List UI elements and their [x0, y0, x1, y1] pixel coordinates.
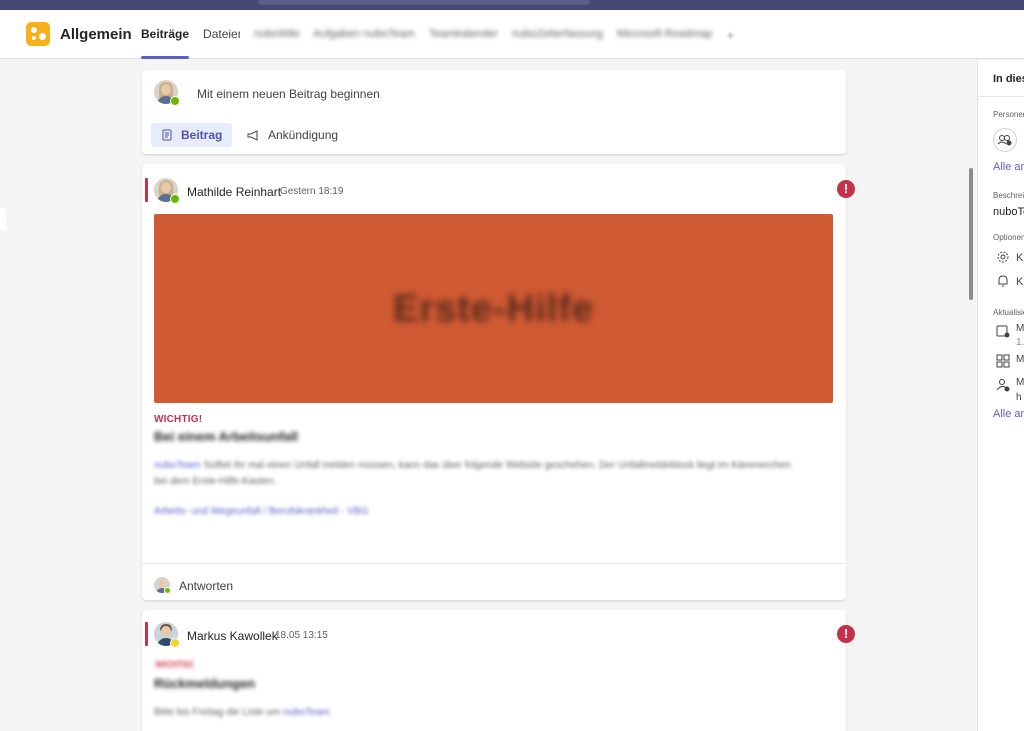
mention[interactable]: nuboTeam [283, 707, 330, 718]
add-tab-icon[interactable]: + [726, 27, 734, 43]
megaphone-icon [247, 130, 258, 141]
presence-available-icon [170, 194, 180, 204]
announcement-button[interactable]: Ankündigung [237, 123, 348, 147]
mention[interactable]: nuboTeam [154, 460, 201, 471]
tab-files[interactable]: Dateien [203, 10, 240, 59]
show-all-people-link[interactable]: Alle anzeigen [993, 161, 1024, 173]
tab-posts[interactable]: Beiträge [141, 10, 190, 59]
presence-available-icon [170, 96, 180, 106]
post-body: nuboTeam Solltet ihr mal einen Unfall me… [154, 458, 794, 490]
option-notifications[interactable]: Kanalbenachrichtigungen [1016, 276, 1024, 288]
person-add-icon [996, 379, 1010, 392]
team-icon[interactable] [26, 22, 50, 46]
tab-wiki[interactable]: nuboWiki [254, 10, 299, 59]
banner-text: Erste-Hilfe [392, 288, 595, 330]
update-item: M [1016, 323, 1024, 334]
post-button[interactable]: Beitrag [151, 123, 233, 147]
update-item-detail: h [1016, 392, 1022, 403]
post-link[interactable]: Arbeits- und Wegeunfall / Berufskrankhei… [154, 506, 368, 517]
tab-tasks[interactable]: Aufgaben nuboTeam [313, 10, 415, 59]
tab-timetracking[interactable]: nuboZeiterfassung [512, 10, 603, 59]
tab-calendar[interactable]: Teamkalender [429, 10, 498, 59]
post-timestamp: Gestern 18:19 [280, 186, 344, 197]
show-all-updates-link[interactable]: Alle anzeigen [993, 408, 1024, 420]
importance-bar [145, 178, 148, 202]
left-pane [0, 60, 10, 731]
description-text: nuboTeam [993, 206, 1024, 218]
post-subject: Rückmeldungen [154, 676, 256, 691]
divider [978, 96, 1024, 97]
post-author[interactable]: Markus Kawollek [187, 629, 278, 643]
scrollbar-thumb[interactable] [969, 168, 973, 300]
presence-available-icon [164, 587, 171, 594]
people-label: Personen [993, 110, 1024, 119]
options-label: Optionen [993, 233, 1024, 242]
tab-roadmap[interactable]: Microsoft Roadmap [617, 10, 712, 59]
update-item-detail: 1. [1016, 337, 1024, 348]
add-people-icon[interactable] [993, 128, 1017, 152]
info-pane-title: In diesem Kanal [993, 73, 1024, 85]
presence-away-icon [170, 638, 180, 648]
post-subject: Bei einem Arbeitsunfall [154, 429, 298, 444]
important-label: WICHTIG! [154, 660, 195, 669]
calendar-add-icon [996, 325, 1010, 338]
new-post-card: Mit einem neuen Beitrag beginnen Beitrag… [142, 70, 846, 154]
post-card: Mathilde Reinhart Gestern 18:19 ! Erste-… [142, 164, 855, 600]
update-item: M [1016, 377, 1024, 388]
apps-icon [996, 354, 1010, 368]
channel-title: Allgemein [60, 26, 132, 43]
importance-bar [145, 622, 148, 646]
search-box[interactable] [258, 0, 590, 5]
gear-icon [997, 251, 1009, 263]
channel-tabs: Beiträge Dateien nuboWiki Aufgaben nuboT… [141, 10, 735, 59]
updates-label: Aktualisierungen [993, 308, 1024, 317]
post-card: Markus Kawollek 18.05 13:15 ! WICHTIG! R… [142, 610, 855, 731]
post-body-text: Bitte bis Freitag die Liste um [154, 707, 281, 718]
important-label: WICHTIG! [154, 414, 203, 425]
post-timestamp: 18.05 13:15 [275, 630, 328, 641]
reply-button[interactable]: Antworten [179, 579, 233, 593]
post-body-text: Solltet ihr mal einen Unfall melden müss… [154, 460, 791, 487]
important-alert-icon: ! [837, 625, 855, 643]
announcement-button-label: Ankündigung [268, 128, 339, 142]
post-button-label: Beitrag [181, 128, 223, 142]
update-item: M [1016, 354, 1024, 365]
post-author[interactable]: Mathilde Reinhart [187, 185, 281, 199]
option-channel-settings[interactable]: Kanaleinstellungen [1016, 252, 1024, 264]
post-image[interactable]: Erste-Hilfe [154, 214, 833, 403]
post-body: Bitte bis Freitag die Liste um nuboTeam [154, 705, 794, 721]
important-alert-icon: ! [837, 180, 855, 198]
divider [142, 563, 846, 564]
channel-header: Allgemein Beiträge Dateien nuboWiki Aufg… [0, 10, 1024, 59]
left-pane-edge [0, 208, 6, 230]
bell-icon [998, 275, 1008, 287]
channel-info-pane: In diesem Kanal Personen Alle anzeigen B… [977, 60, 1024, 731]
new-post-prompt[interactable]: Mit einem neuen Beitrag beginnen [197, 87, 380, 101]
post-icon [162, 129, 172, 141]
title-bar [0, 0, 1024, 10]
description-label: Beschreibung [993, 191, 1024, 200]
